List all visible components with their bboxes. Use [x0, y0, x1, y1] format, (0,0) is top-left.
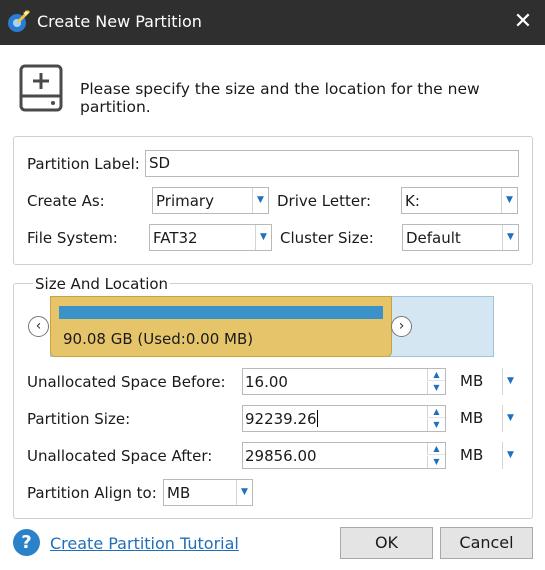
- file-system-caption: File System:: [27, 229, 118, 247]
- partition-size-input[interactable]: 92239.26 ▲ ▼: [242, 405, 446, 432]
- cluster-size-value: Default: [406, 229, 461, 247]
- chevron-down-icon: ▼: [252, 188, 268, 213]
- chevron-right-icon[interactable]: ›: [391, 316, 412, 337]
- file-system-value: FAT32: [153, 229, 198, 247]
- chevron-down-icon: ▼: [502, 368, 518, 395]
- create-as-value: Primary: [156, 192, 214, 210]
- unallocated-after-input[interactable]: 29856.00 ▲ ▼: [242, 442, 446, 469]
- partition-align-value: MB: [167, 484, 191, 502]
- spin-down-icon[interactable]: ▼: [427, 456, 445, 468]
- partition-align-caption: Partition Align to:: [27, 484, 157, 502]
- size-location-legend: Size And Location: [33, 275, 171, 293]
- spin-down-icon[interactable]: ▼: [427, 382, 445, 394]
- unallocated-before-unit: MB: [460, 372, 484, 390]
- drive-letter-select[interactable]: K: ▼: [401, 187, 518, 214]
- partition-size-caption: Partition Size:: [27, 410, 131, 428]
- unallocated-after-value: 29856.00: [245, 447, 317, 465]
- unallocated-before-value: 16.00: [245, 373, 288, 391]
- spin-up-icon[interactable]: ▲: [427, 369, 445, 381]
- partition-size-value: 92239.26: [245, 410, 318, 428]
- partition-size-unit-select[interactable]: MB ▼: [456, 405, 518, 432]
- drive-letter-caption: Drive Letter:: [277, 192, 372, 210]
- drive-letter-value: K:: [405, 192, 420, 210]
- unallocated-before-unit-select[interactable]: MB ▼: [456, 368, 518, 395]
- unallocated-after-unit: MB: [460, 446, 484, 464]
- partition-size-unit: MB: [460, 409, 484, 427]
- chevron-down-icon: ▼: [501, 188, 517, 213]
- cluster-size-caption: Cluster Size:: [280, 229, 374, 247]
- partition-size-text: 90.08 GB (Used:0.00 MB): [63, 330, 254, 348]
- text-caret: [316, 410, 318, 427]
- unallocated-after-caption: Unallocated Space After:: [27, 447, 213, 465]
- instruction-text: Please specify the size and the location…: [80, 80, 480, 116]
- spin-up-icon[interactable]: ▲: [427, 406, 445, 418]
- cluster-size-select[interactable]: Default ▼: [402, 224, 519, 251]
- unallocated-before-caption: Unallocated Space Before:: [27, 373, 226, 391]
- add-disk-icon: [19, 64, 63, 112]
- cancel-button[interactable]: Cancel: [440, 527, 533, 559]
- help-circle-icon[interactable]: ?: [13, 529, 40, 556]
- chevron-down-icon: ▼: [236, 480, 252, 505]
- file-system-select[interactable]: FAT32 ▼: [149, 224, 272, 251]
- spin-down-icon[interactable]: ▼: [427, 419, 445, 431]
- chevron-down-icon: ▼: [502, 225, 518, 250]
- ok-button[interactable]: OK: [340, 527, 433, 559]
- unallocated-before-input[interactable]: 16.00 ▲ ▼: [242, 368, 446, 395]
- close-icon[interactable]: ✕: [509, 8, 537, 36]
- chevron-down-icon: ▼: [255, 225, 271, 250]
- spin-up-icon[interactable]: ▲: [427, 443, 445, 455]
- window-title: Create New Partition: [37, 12, 202, 31]
- partition-align-select[interactable]: MB ▼: [163, 479, 253, 506]
- chevron-left-icon[interactable]: ‹: [28, 316, 49, 337]
- title-bar: Create New Partition ✕: [0, 0, 545, 45]
- chevron-down-icon: ▼: [502, 442, 518, 469]
- chevron-down-icon: ▼: [502, 405, 518, 432]
- partition-block[interactable]: 90.08 GB (Used:0.00 MB): [50, 296, 392, 357]
- partition-usage-bar: [59, 306, 383, 319]
- create-as-select[interactable]: Primary ▼: [152, 187, 269, 214]
- partition-label-caption: Partition Label:: [27, 155, 140, 173]
- partition-label-input[interactable]: SD: [145, 150, 519, 177]
- create-as-caption: Create As:: [27, 192, 105, 210]
- tutorial-link[interactable]: Create Partition Tutorial: [50, 534, 239, 553]
- app-logo-icon: [8, 9, 31, 32]
- unallocated-after-unit-select[interactable]: MB ▼: [456, 442, 518, 469]
